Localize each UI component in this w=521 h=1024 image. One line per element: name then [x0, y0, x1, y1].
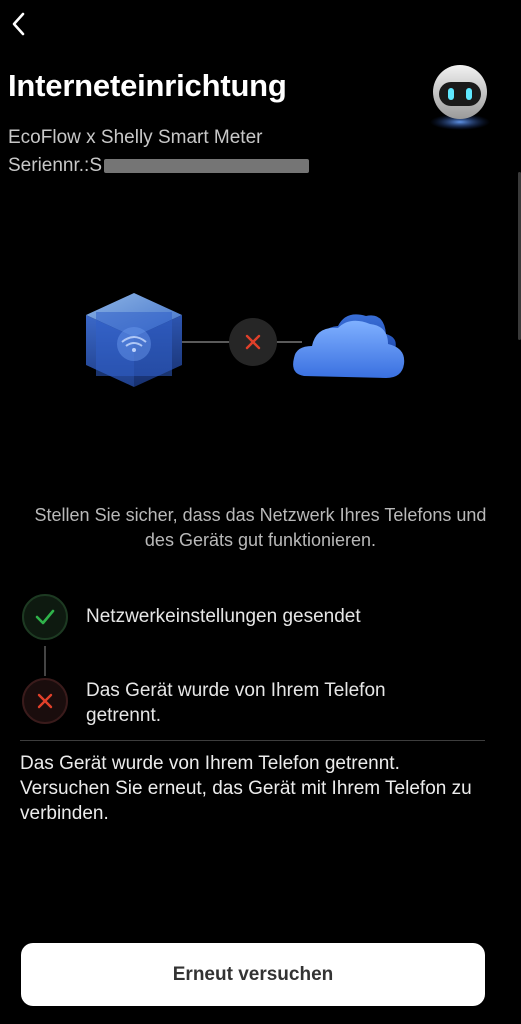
- step-success-indicator: [22, 594, 68, 640]
- internet-setup-screen: Interneteinrichtung EcoFlow x Shelly Sma…: [0, 0, 521, 1024]
- error-message: Das Gerät wurde von Ihrem Telefon getren…: [20, 753, 472, 824]
- wifi-cube-icon: [86, 293, 182, 387]
- serial-redaction: [104, 159, 309, 173]
- step-network-settings-sent: Netzwerkeinstellungen gesendet: [22, 594, 456, 640]
- step-connector: [44, 646, 46, 676]
- robot-assistant-icon[interactable]: [424, 60, 496, 132]
- back-button[interactable]: [4, 8, 36, 40]
- connection-illustration: [86, 293, 405, 387]
- close-icon: [37, 693, 53, 709]
- retry-button[interactable]: Erneut versuchen: [21, 943, 485, 1006]
- serial-label: Seriennr.:S: [8, 155, 102, 176]
- network-hint: Stellen Sie sicher, dass das Netzwerk Ih…: [34, 505, 487, 550]
- step-error-indicator: [22, 678, 68, 724]
- divider: [20, 740, 485, 741]
- chevron-left-icon: [12, 12, 25, 36]
- disconnected-status-icon: [229, 318, 277, 366]
- serial-number: Seriennr.:S: [8, 155, 309, 177]
- step-label: Netzwerkeinstellungen gesendet: [86, 606, 361, 627]
- checkmark-icon: [35, 609, 55, 625]
- page-title: Interneteinrichtung: [8, 68, 287, 103]
- step-device-disconnected: Das Gerät wurde von Ihrem Telefon getren…: [22, 678, 456, 728]
- cloud-icon: [293, 314, 405, 378]
- step-label: Das Gerät wurde von Ihrem Telefon getren…: [86, 680, 386, 726]
- device-name: EcoFlow x Shelly Smart Meter: [8, 127, 263, 148]
